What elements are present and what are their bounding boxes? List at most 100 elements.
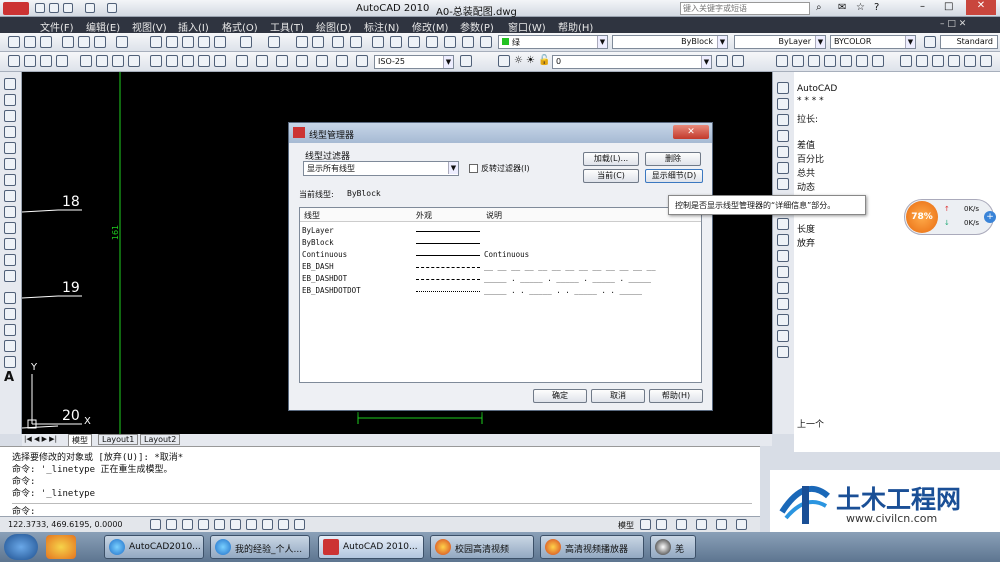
text-style-combo[interactable]: Standard xyxy=(940,35,998,49)
star-icon[interactable]: ☆ xyxy=(856,2,865,13)
multiline-text-icon[interactable]: A xyxy=(4,370,14,385)
redo-icon[interactable] xyxy=(268,36,280,48)
layer-previous-icon[interactable] xyxy=(732,55,744,67)
new-icon[interactable] xyxy=(8,36,20,48)
task-campus-video[interactable]: 校园高清视频 xyxy=(430,535,534,559)
construction-line-icon[interactable] xyxy=(4,94,16,106)
snap-node-icon[interactable] xyxy=(964,55,976,67)
column-header-linetype[interactable]: 线型 xyxy=(304,210,320,221)
snap-intersection-icon[interactable] xyxy=(808,55,820,67)
open-icon[interactable] xyxy=(24,36,36,48)
table-row[interactable]: ByLayer xyxy=(300,226,701,237)
redo-icon[interactable] xyxy=(107,3,117,13)
make-block-icon[interactable] xyxy=(4,270,16,282)
dimension-edit-icon[interactable] xyxy=(316,55,328,67)
snap-insert-icon[interactable] xyxy=(948,55,960,67)
command-line[interactable]: 选择要修改的对象或 [放弃(U)]: *取消* 命令: '_linetype 正… xyxy=(0,446,760,517)
cut-icon[interactable] xyxy=(150,36,162,48)
move-icon[interactable] xyxy=(777,162,789,174)
network-speed-widget[interactable]: 78% ↑ 0K/s ↓ 0K/s + xyxy=(904,199,998,235)
linetype-combo[interactable]: ByBlock ▼ xyxy=(612,35,728,49)
tab-layout1[interactable]: Layout1 xyxy=(98,434,139,445)
text-style-icon[interactable] xyxy=(924,36,936,48)
array-icon[interactable] xyxy=(777,146,789,158)
table-row[interactable]: EB_DASHDOT _____ . _____ . _____ . _____… xyxy=(300,274,701,285)
properties-icon[interactable] xyxy=(372,36,384,48)
hatch-icon[interactable] xyxy=(4,308,16,320)
angular-icon[interactable] xyxy=(128,55,140,67)
publish-icon[interactable] xyxy=(94,36,106,48)
center-mark-icon[interactable] xyxy=(256,55,268,67)
baseline-icon[interactable] xyxy=(166,55,178,67)
menu-help[interactable]: 帮助(H) xyxy=(558,19,593,34)
plotstyle-combo[interactable]: BYCOLOR ▼ xyxy=(830,35,916,49)
quick-properties-icon[interactable] xyxy=(294,519,305,530)
ellipse-arc-icon[interactable] xyxy=(4,238,16,250)
filter-select[interactable]: 显示所有线型 ▼ xyxy=(303,161,459,176)
sun-icon[interactable]: ☀ xyxy=(526,55,535,66)
dimension-text-edit-icon[interactable] xyxy=(336,55,348,67)
arc-icon[interactable] xyxy=(4,158,16,170)
paste-icon[interactable] xyxy=(182,36,194,48)
menu-file[interactable]: 文件(F) xyxy=(40,19,74,34)
clean-screen-icon[interactable] xyxy=(736,519,747,530)
design-center-icon[interactable] xyxy=(390,36,402,48)
copy-icon[interactable] xyxy=(166,36,178,48)
layer-combo[interactable]: 0 ▼ xyxy=(552,55,712,69)
command-prompt[interactable]: 命令: xyxy=(12,503,752,517)
preview-icon[interactable] xyxy=(78,36,90,48)
lineweight-combo[interactable]: ByLayer ▼ xyxy=(734,35,826,49)
doc-window-controls[interactable]: – □ ✕ xyxy=(940,19,996,31)
search-input[interactable] xyxy=(680,2,810,15)
undo-icon[interactable] xyxy=(240,36,252,48)
gradient-icon[interactable] xyxy=(4,324,16,336)
snap-center-icon[interactable] xyxy=(856,55,868,67)
dimension-style-icon[interactable] xyxy=(460,55,472,67)
dynamic-input-icon[interactable] xyxy=(262,519,273,530)
snap-none-icon[interactable] xyxy=(980,55,992,67)
invert-filter-checkbox[interactable] xyxy=(469,164,478,173)
line-icon[interactable] xyxy=(4,78,16,90)
table-row[interactable]: EB_DASH __ __ __ __ __ __ __ __ __ __ __… xyxy=(300,262,701,273)
aligned-dimension-icon[interactable] xyxy=(24,55,36,67)
linear-dimension-icon[interactable] xyxy=(8,55,20,67)
menu-view[interactable]: 视图(V) xyxy=(132,19,167,34)
polar-tracking-icon[interactable] xyxy=(198,519,209,530)
inspection-icon[interactable] xyxy=(276,55,288,67)
allow-ucs-icon[interactable] xyxy=(246,519,257,530)
save-icon[interactable] xyxy=(40,36,52,48)
tool-palettes-icon[interactable] xyxy=(408,36,420,48)
point-icon[interactable] xyxy=(4,292,16,304)
snap-apparent-icon[interactable] xyxy=(824,55,836,67)
region-icon[interactable] xyxy=(4,340,16,352)
table-row[interactable]: ByBlock xyxy=(300,238,701,249)
task-video-player[interactable]: 高清视频播放器 xyxy=(540,535,644,559)
tab-nav-arrows-icon[interactable]: |◀ ◀ ▶ ▶| xyxy=(24,435,57,443)
menu-insert[interactable]: 插入(I) xyxy=(178,19,209,34)
rectangle-icon[interactable] xyxy=(4,142,16,154)
match-properties-icon[interactable] xyxy=(198,36,210,48)
dimension-break-icon[interactable] xyxy=(214,55,226,67)
quick-view-layouts-icon[interactable] xyxy=(640,519,651,530)
show-details-button[interactable]: 显示细节(D) xyxy=(645,169,703,183)
column-header-appearance[interactable]: 外观 xyxy=(416,210,432,221)
snap-tangent-icon[interactable] xyxy=(900,55,912,67)
quick-view-drawings-icon[interactable] xyxy=(656,519,667,530)
quick-access-toolbar[interactable] xyxy=(35,3,125,14)
cancel-button[interactable]: 取消 xyxy=(591,389,645,403)
menu-draw[interactable]: 绘图(D) xyxy=(316,19,352,34)
jogged-linear-icon[interactable] xyxy=(296,55,308,67)
block-editor-icon[interactable] xyxy=(214,36,226,48)
help-icon[interactable] xyxy=(480,36,492,48)
menu-format[interactable]: 格式(O) xyxy=(222,19,258,34)
trim-icon[interactable] xyxy=(777,234,789,246)
tolerance-icon[interactable] xyxy=(236,55,248,67)
task-autocad-1[interactable]: AutoCAD2010... xyxy=(104,535,204,559)
pinned-app-icon[interactable] xyxy=(46,535,76,559)
menu-dimension[interactable]: 标注(N) xyxy=(364,19,399,34)
save-icon[interactable] xyxy=(63,3,73,13)
table-row[interactable]: EB_DASHDOTDOT _____ . . _____ . . _____ … xyxy=(300,286,701,297)
color-combo[interactable]: 绿 ▼ xyxy=(498,35,608,49)
model-space-button[interactable]: 模型 xyxy=(618,520,634,531)
tab-layout2[interactable]: Layout2 xyxy=(140,434,181,445)
